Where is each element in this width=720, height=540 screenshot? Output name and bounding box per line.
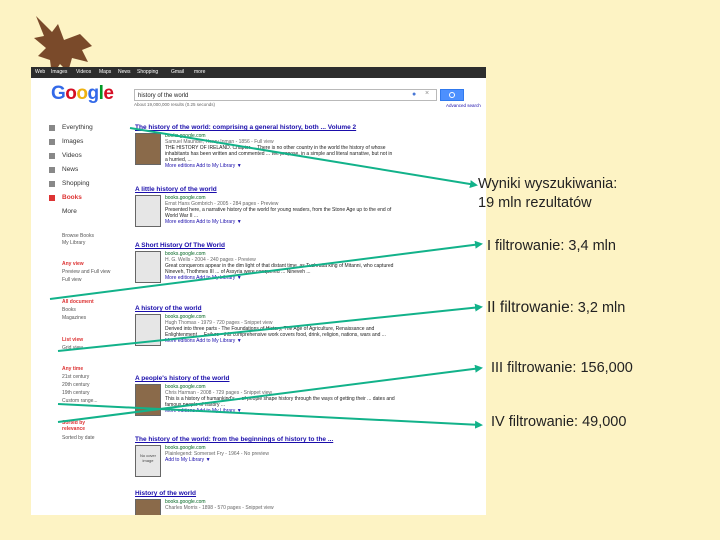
arrow-filter-2 <box>57 303 483 352</box>
label-filter-1: I filtrowanie: 3,4 mln <box>487 238 616 254</box>
label-filter-4: IV filtrowanie: 49,000 <box>491 414 627 430</box>
label-filter-2-main: II filtrowanie <box>487 299 570 316</box>
arrow-filter-1 <box>49 240 483 300</box>
label-search-results: Wyniki wyszukiwania: <box>478 176 618 192</box>
label-filter-2-value: : 3,2 mln <box>569 300 626 316</box>
label-filter-2: II filtrowanie: 3,2 mln <box>487 299 625 317</box>
label-result-count: 19 mln rezultatów <box>478 195 592 211</box>
annotation-arrows <box>49 127 483 429</box>
arrow-results <box>129 127 478 188</box>
label-filter-3: III filtrowanie: 156,000 <box>491 360 633 376</box>
